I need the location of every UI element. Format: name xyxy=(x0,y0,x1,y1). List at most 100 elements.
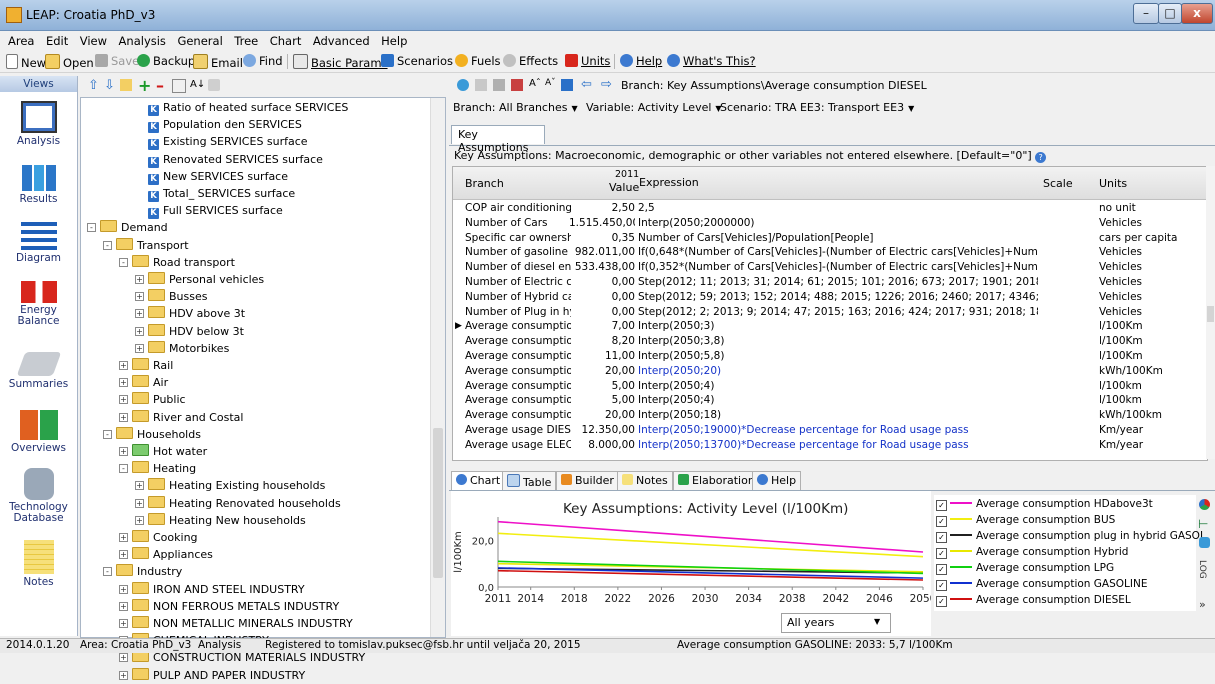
legend-item[interactable]: ✓ Average consumption GASOLINE xyxy=(936,577,1147,591)
add-key-icon[interactable] xyxy=(457,79,469,91)
back-arrow-icon[interactable]: ⇦ xyxy=(581,77,592,92)
expand-icon[interactable]: + xyxy=(119,584,128,594)
legend-item[interactable]: ✓ Average consumption Hybrid xyxy=(936,545,1128,559)
tree-item[interactable]: + Hot water xyxy=(119,444,207,460)
grid-icon[interactable] xyxy=(493,79,505,91)
tree-item[interactable]: - Transport xyxy=(103,237,189,254)
expand-icon[interactable]: + xyxy=(119,550,128,560)
legend-item[interactable]: ✓ Average consumption BUS xyxy=(936,513,1115,527)
collapse-icon[interactable]: - xyxy=(103,567,112,577)
row-expression[interactable]: Interp(2050;3,8) xyxy=(638,334,1038,348)
expand-icon[interactable]: + xyxy=(135,498,144,508)
help-icon[interactable]: ? xyxy=(1035,152,1047,163)
table-row[interactable]: Average consumption 20,00 Interp(2050;20) k… xyxy=(453,364,1207,378)
collapse-icon[interactable]: - xyxy=(119,257,128,267)
font-smaller-icon[interactable]: Aˇ xyxy=(545,78,556,88)
print-icon[interactable] xyxy=(208,79,220,91)
row-expression[interactable]: Interp(2050;3) xyxy=(638,319,1038,333)
3d-icon[interactable] xyxy=(1199,537,1210,548)
tree-item[interactable]: + IRON AND STEEL INDUSTRY xyxy=(119,581,305,598)
tab-notes[interactable]: Notes xyxy=(617,471,673,490)
table-row[interactable]: Number of Electric ca 0,00 Step(2012; 11; … xyxy=(453,275,1207,289)
expand-icon[interactable]: + xyxy=(135,292,144,302)
add-folder-icon[interactable] xyxy=(120,79,132,91)
tree-scrollbar-thumb[interactable] xyxy=(433,428,443,578)
checkbox-checked-icon[interactable]: ✓ xyxy=(936,500,947,511)
expand-icon[interactable]: + xyxy=(135,481,144,491)
tree-item[interactable]: + NON METALLIC MINERALS INDUSTRY xyxy=(119,616,353,632)
header-value[interactable]: Value xyxy=(609,181,639,194)
expand-icon[interactable]: + xyxy=(135,309,144,319)
table-row[interactable]: Average usage ELECTI 8.000,00 Interp(2050;… xyxy=(453,438,1207,452)
pie-chart-icon[interactable] xyxy=(1199,499,1210,510)
tree-item[interactable]: + Air xyxy=(119,375,168,391)
backup-button[interactable]: Backup xyxy=(137,54,195,70)
period-select[interactable]: All years ▼ xyxy=(781,613,891,633)
collapse-icon[interactable]: - xyxy=(103,240,112,250)
header-branch[interactable]: Branch xyxy=(465,177,504,190)
effects-button[interactable]: Effects xyxy=(503,54,558,70)
tree-item[interactable]: + Cooking xyxy=(119,530,198,546)
branch-dropdown[interactable]: Branch: All Branches ▼ xyxy=(453,101,578,114)
tree-item[interactable]: K Full SERVICES surface xyxy=(135,203,283,220)
log-scale-icon[interactable]: LOG xyxy=(1197,560,1207,579)
whats-this-button[interactable]: What's This? xyxy=(667,54,756,70)
tree-item[interactable]: - Households xyxy=(103,426,201,443)
table-row[interactable]: Number of Hybrid car 0,00 Step(2012; 59; 2… xyxy=(453,290,1207,304)
email-button[interactable]: Email xyxy=(193,54,243,70)
menu-advanced[interactable]: Advanced xyxy=(309,31,374,48)
view-results[interactable]: Results xyxy=(0,165,77,205)
help-button[interactable]: Help xyxy=(620,54,662,70)
grid-scrollbar[interactable] xyxy=(1206,166,1215,459)
view-analysis[interactable]: Analysis xyxy=(0,101,77,147)
table-row[interactable]: Number of diesel eng 533.438,00 If(0,352*(… xyxy=(453,260,1207,274)
tree-item[interactable]: + Public xyxy=(119,392,186,408)
close-button[interactable]: x xyxy=(1181,3,1213,24)
view-notes[interactable]: Notes xyxy=(0,540,77,588)
row-expression[interactable]: Step(2012; 11; 2013; 31; 2014; 61; 2015;… xyxy=(638,275,1038,289)
save-button[interactable]: Save xyxy=(95,54,139,70)
add-branch-icon[interactable]: + xyxy=(138,76,151,95)
tree-item[interactable]: + River and Costal xyxy=(119,409,243,426)
collapse-icon[interactable]: - xyxy=(119,464,128,474)
row-expression[interactable]: Interp(2050;2000000) xyxy=(638,216,1038,230)
menu-view[interactable]: View xyxy=(76,31,111,48)
collapse-icon[interactable]: - xyxy=(87,223,96,233)
row-expression[interactable]: Interp(2050;18) xyxy=(638,408,1038,422)
row-expression[interactable]: Interp(2050;4) xyxy=(638,393,1038,407)
table-row[interactable]: ▶ Average consumption 7,00 Interp(2050;3) l/… xyxy=(453,319,1207,333)
expand-chevrons-icon[interactable]: » xyxy=(1199,598,1206,611)
minimize-button[interactable]: – xyxy=(1133,3,1159,24)
row-expression[interactable]: Step(2012; 2; 2013; 9; 2014; 47; 2015; 1… xyxy=(638,305,1038,319)
expand-icon[interactable]: + xyxy=(119,601,128,611)
menu-edit[interactable]: Edit xyxy=(42,31,72,48)
expand-icon[interactable]: + xyxy=(119,653,128,663)
expand-icon[interactable]: + xyxy=(135,326,144,336)
tree-item[interactable]: K Existing SERVICES surface xyxy=(135,134,308,151)
table-row[interactable]: Average usage DIESEL 12.350,00Interp(2050… xyxy=(453,423,1207,437)
expand-icon[interactable]: + xyxy=(119,533,128,542)
tree-item[interactable]: - Heating xyxy=(119,461,196,477)
tree-item[interactable]: + Heating Renovated households xyxy=(135,495,341,512)
chart-wizard-icon[interactable] xyxy=(561,79,573,91)
expand-icon[interactable]: + xyxy=(135,515,144,525)
table-row[interactable]: Number of Plug in hy 0,00 Step(2012; 2; 20… xyxy=(453,305,1207,319)
table-row[interactable]: COP air conditioning 2,50 2,5 no unit xyxy=(453,201,1207,215)
checkbox-checked-icon[interactable]: ✓ xyxy=(936,548,947,559)
header-units[interactable]: Units xyxy=(1099,177,1127,190)
tree-item[interactable]: + NON FERROUS METALS INDUSTRY xyxy=(119,598,339,615)
row-expression[interactable]: 2,5 xyxy=(638,201,1038,215)
tree-item[interactable]: + HDV below 3t xyxy=(135,323,244,340)
table-row[interactable]: Average consumption 20,00 Interp(2050;18) k… xyxy=(453,408,1207,422)
line-chart[interactable]: l/100Km0,020,02011 2014 2018 2022 2026 2030 20… xyxy=(451,491,931,613)
units-button[interactable]: Units xyxy=(565,54,610,70)
collapse-icon[interactable]: - xyxy=(103,429,112,439)
row-expression[interactable]: If(0,648*(Number of Cars[Vehicles]-(Numb… xyxy=(638,245,1038,259)
expand-icon[interactable]: + xyxy=(119,395,128,405)
menu-help[interactable]: Help xyxy=(377,31,411,48)
fuels-button[interactable]: Fuels xyxy=(455,54,501,70)
row-expression[interactable]: If(0,352*(Number of Cars[Vehicles]-(Numb… xyxy=(638,260,1038,274)
tree-item[interactable]: + Appliances xyxy=(119,547,213,563)
header-scale[interactable]: Scale xyxy=(1043,177,1073,190)
tab-elaboration[interactable]: Elaboration xyxy=(673,471,760,490)
